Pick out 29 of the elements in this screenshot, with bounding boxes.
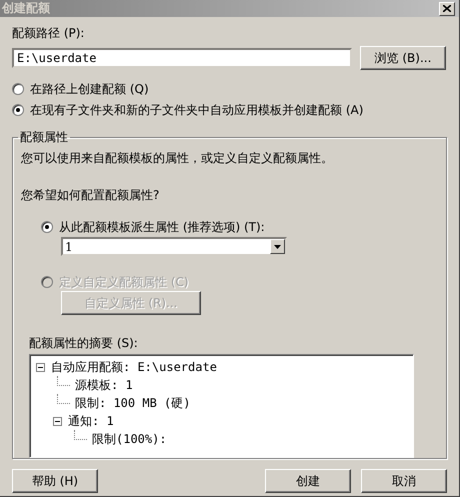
field-label: 配额路径 (P): (12, 25, 86, 42)
collapse-icon[interactable] (53, 416, 62, 426)
group-title: 配额属性 (19, 129, 69, 146)
create-button[interactable]: 创建 (265, 469, 351, 493)
tree-item[interactable]: 限制: 100 MB (硬) (75, 394, 190, 412)
close-button[interactable] (439, 2, 455, 16)
tree-item[interactable]: 自动应用配额: E:\userdate (51, 358, 217, 376)
tree-item[interactable]: 限制(100%): (92, 430, 167, 448)
help-button[interactable]: 帮助 (H) (12, 469, 98, 493)
close-icon (443, 5, 451, 12)
radio-label: 从此配额模板派生属性 (推荐选项) (T): (59, 218, 265, 236)
tree-item[interactable]: 源模板: 1 (75, 376, 133, 394)
radio-label: 在现有子文件夹和新的子文件夹中自动应用模板并创建配额 (A) (30, 102, 364, 118)
radio-button[interactable] (12, 104, 24, 116)
window-title: 创建配额 (2, 0, 50, 17)
template-dropdown[interactable]: 1 (61, 237, 287, 256)
field-label: 配额属性的摘要 (S): (29, 335, 139, 352)
dropdown-arrow-icon (274, 244, 281, 248)
dropdown-value: 1 (64, 240, 73, 254)
tree-item[interactable]: 通知: 1 (68, 412, 114, 430)
path-field[interactable]: E:\userdate (12, 48, 352, 68)
radio-button[interactable] (12, 83, 24, 95)
radio-label: 在路径上创建配额 (Q) (30, 80, 149, 98)
browse-button[interactable]: 浏览 (B)... (360, 46, 446, 70)
cancel-button[interactable]: 取消 (361, 469, 447, 493)
radio-button[interactable] (41, 221, 53, 233)
question-text: 您希望如何配置配额属性? (21, 187, 160, 204)
collapse-icon[interactable] (36, 362, 45, 372)
description-text: 您可以使用来自配额模板的属性，或定义自定义配额属性。 (21, 150, 334, 167)
